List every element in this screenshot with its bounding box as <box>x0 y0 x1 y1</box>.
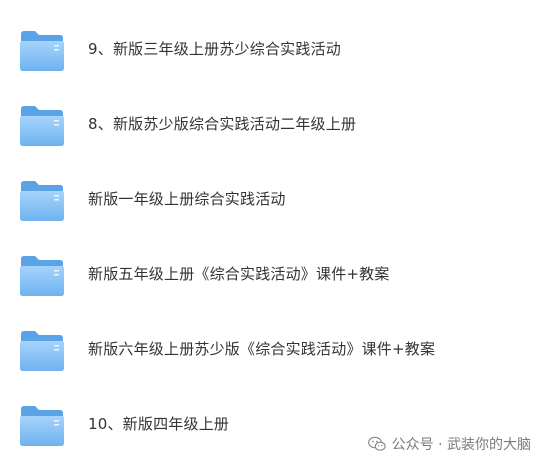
folder-name: 9、新版三年级上册苏少综合实践活动 <box>88 40 341 58</box>
folder-item[interactable]: 9、新版三年级上册苏少综合实践活动 <box>0 25 545 79</box>
folder-icon <box>20 181 64 221</box>
folder-name: 8、新版苏少版综合实践活动二年级上册 <box>88 115 357 133</box>
folder-item[interactable]: 新版一年级上册综合实践活动 <box>0 175 545 229</box>
folder-icon <box>20 406 64 446</box>
folder-item[interactable]: 8、新版苏少版综合实践活动二年级上册 <box>0 100 545 154</box>
folder-icon <box>20 31 64 71</box>
folder-icon <box>20 106 64 146</box>
folder-name: 新版一年级上册综合实践活动 <box>88 190 286 208</box>
folder-item[interactable]: 新版六年级上册苏少版《综合实践活动》课件+教案 <box>0 325 545 379</box>
watermark-text: 公众号 · 武装你的大脑 <box>391 437 531 453</box>
folder-name: 10、新版四年级上册 <box>88 415 230 433</box>
watermark: 公众号 · 武装你的大脑 <box>367 434 531 454</box>
folder-icon <box>20 256 64 296</box>
wechat-icon <box>367 436 386 451</box>
folder-list: 9、新版三年级上册苏少综合实践活动 8、新版苏少版综合实践活动二年级上册 新版一… <box>0 0 545 464</box>
folder-name: 新版六年级上册苏少版《综合实践活动》课件+教案 <box>88 340 436 358</box>
folder-item[interactable]: 新版五年级上册《综合实践活动》课件+教案 <box>0 250 545 304</box>
folder-icon <box>20 331 64 371</box>
folder-name: 新版五年级上册《综合实践活动》课件+教案 <box>88 265 390 283</box>
